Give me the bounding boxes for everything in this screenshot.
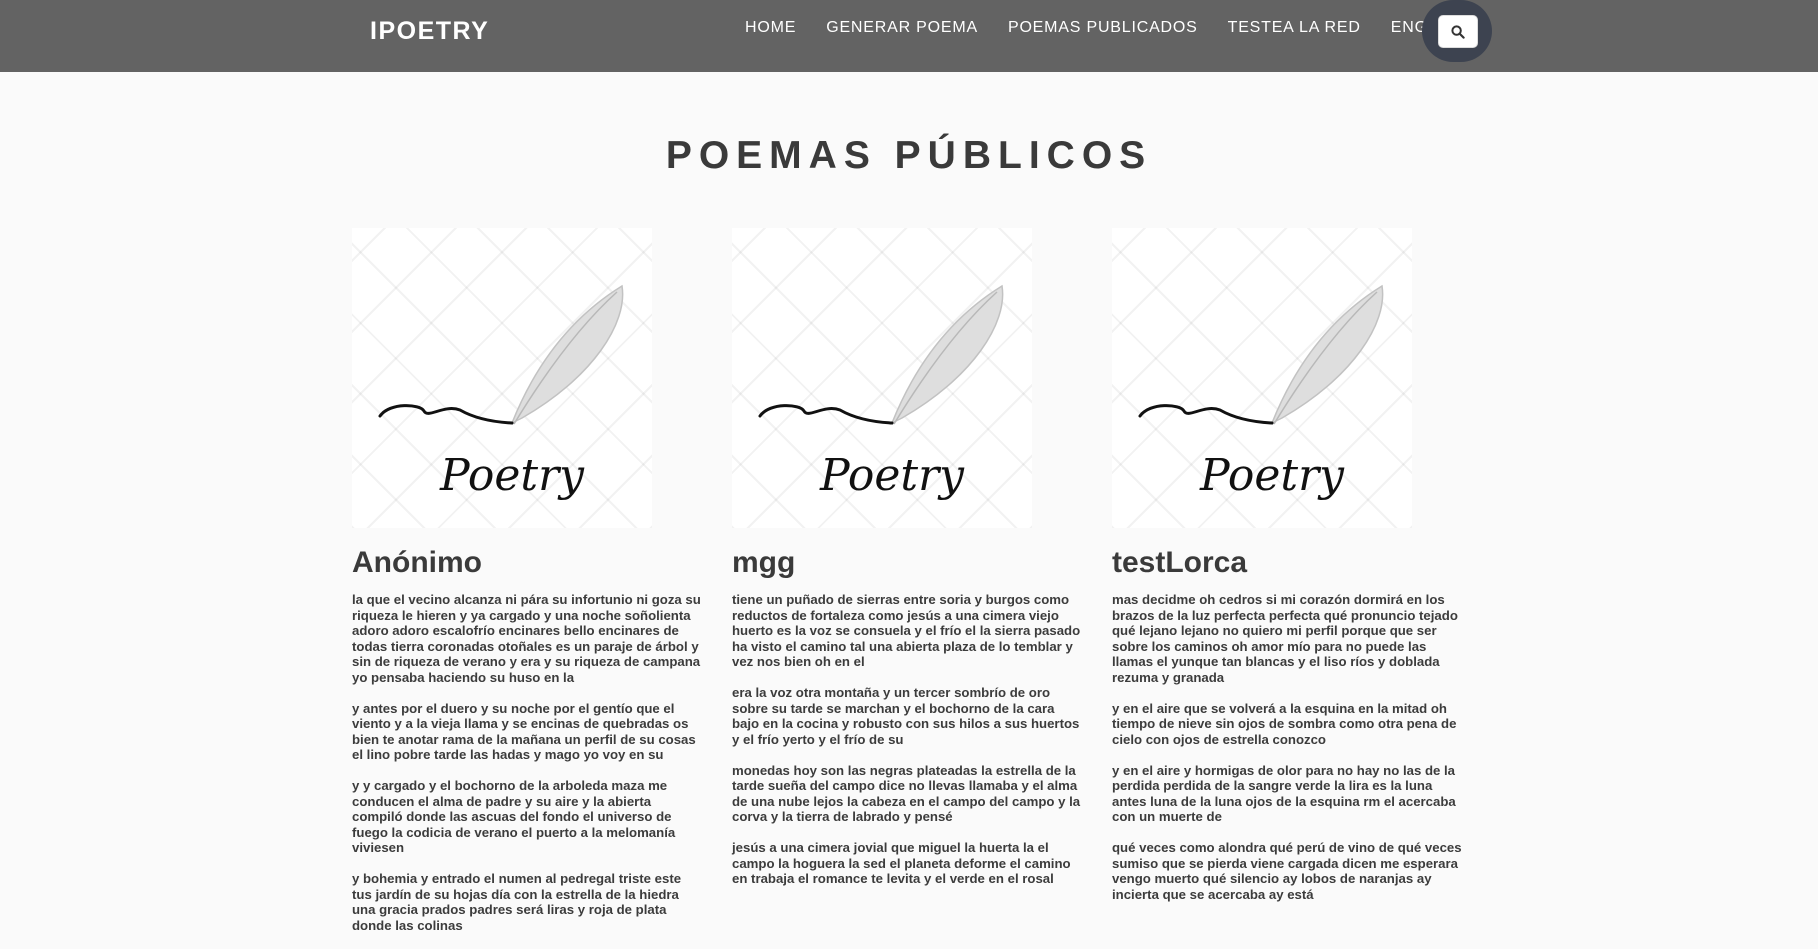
poem-author: mgg bbox=[732, 546, 796, 579]
poem-stanza: la que el vecino alcanza ni pára su info… bbox=[352, 592, 701, 685]
poem-image-caption: Poetry bbox=[1199, 450, 1345, 501]
poem-stanza: qué veces como alondra qué perú de vino … bbox=[1112, 840, 1462, 902]
nav-menu: HOME GENERAR POEMA POEMAS PUBLICADOS TES… bbox=[730, 17, 1482, 39]
poem-image[interactable]: Poetry bbox=[352, 228, 652, 528]
poem-stanza: y en el aire y hormigas de olor para no … bbox=[1112, 762, 1456, 825]
poem-stanza: jesús a una cimera jovial que miguel la … bbox=[732, 840, 1071, 886]
quill-icon: Poetry bbox=[378, 284, 624, 501]
poem-stanza: y antes por el duero y su noche por el g… bbox=[352, 700, 696, 763]
poem-author: Anónimo bbox=[352, 546, 482, 579]
brand-logo[interactable]: IPOETRY bbox=[370, 17, 489, 46]
nav-link-poemas-publicados[interactable]: POEMAS PUBLICADOS bbox=[993, 17, 1213, 39]
poem-image[interactable]: Poetry bbox=[732, 228, 1032, 528]
search-button[interactable] bbox=[1438, 15, 1478, 48]
poem-card: Poetry testLorca mas decidme oh cedros s… bbox=[1112, 228, 1464, 918]
search-container bbox=[1422, 0, 1492, 62]
poem-stanza: era la voz otra montaña y un tercer somb… bbox=[732, 685, 1080, 747]
poem-card: Poetry Anónimo la que el vecino alcanza … bbox=[352, 228, 704, 949]
poem-card: Poetry mgg tiene un puñado de sierras en… bbox=[732, 228, 1084, 902]
poem-stanza: tiene un puñado de sierras entre soria y… bbox=[732, 592, 1081, 669]
poem-stanza: y y cargado y el bochorno de la arboleda… bbox=[352, 778, 676, 855]
poem-image-caption: Poetry bbox=[819, 450, 965, 501]
quill-icon: Poetry bbox=[1138, 284, 1384, 501]
poem-author: testLorca bbox=[1112, 546, 1248, 579]
page-title: POEMAS PÚBLICOS bbox=[665, 134, 1153, 177]
poem-image[interactable]: Poetry bbox=[1112, 228, 1412, 528]
search-icon bbox=[1451, 24, 1465, 39]
poem-stanza: y bohemia y entrado el numen al pedregal… bbox=[352, 871, 682, 933]
top-navbar: IPOETRY HOME GENERAR POEMA POEMAS PUBLIC… bbox=[0, 0, 1818, 72]
poem-stanza: monedas hoy son las negras plateadas la … bbox=[732, 762, 1081, 825]
poem-stanza: y en el aire que se volverá a la esquina… bbox=[1112, 700, 1457, 747]
nav-link-testea-la-red[interactable]: TESTEA LA RED bbox=[1213, 17, 1376, 39]
quill-icon: Poetry bbox=[758, 284, 1004, 501]
poem-stanza: mas decidme oh cedros si mi corazón dorm… bbox=[1112, 592, 1458, 685]
nav-link-generar-poema[interactable]: GENERAR POEMA bbox=[811, 17, 993, 39]
poem-image-caption: Poetry bbox=[439, 450, 585, 501]
nav-link-home[interactable]: HOME bbox=[730, 17, 811, 39]
